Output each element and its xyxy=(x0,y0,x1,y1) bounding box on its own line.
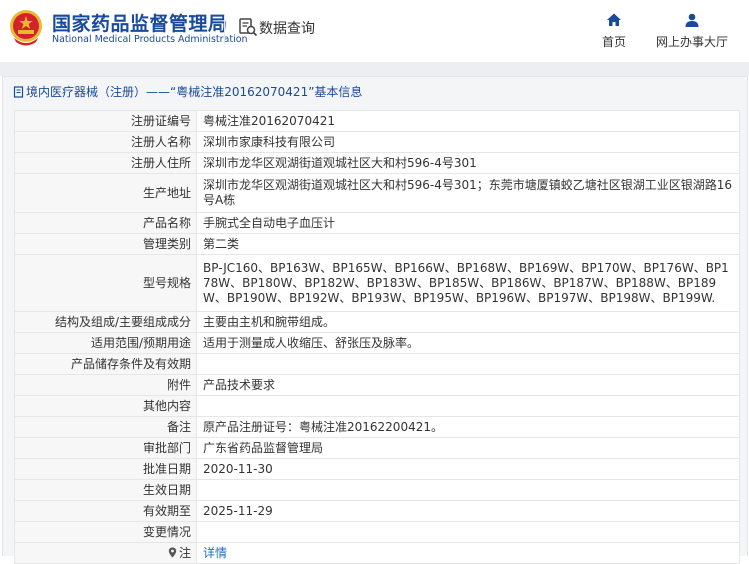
home-icon xyxy=(607,13,621,26)
nav-online-hall-link[interactable]: 网上办事大厅 xyxy=(650,12,734,52)
table-row: 产品名称 手腕式全自动电子血压计 xyxy=(14,212,740,234)
site-header: 国家药品监督管理局 National Medical Products Admi… xyxy=(0,0,749,62)
field-value xyxy=(196,479,740,501)
table-row: 型号规格 BP-JC160、BP163W、BP165W、BP166W、BP168W… xyxy=(14,254,740,312)
table-row: 注 详情 xyxy=(14,542,740,564)
data-query-label: 数据查询 xyxy=(259,21,315,37)
field-label: 产品名称 xyxy=(14,212,197,234)
document-icon xyxy=(13,86,24,98)
field-label: 其他内容 xyxy=(14,395,197,417)
table-row: 附件 产品技术要求 xyxy=(14,374,740,396)
table-row: 备注 原产品注册证号：粤械注准20162200421。 xyxy=(14,416,740,438)
user-icon xyxy=(685,13,699,27)
field-value: 主要由主机和腕带组成。 xyxy=(196,311,740,333)
field-label: 管理类别 xyxy=(14,233,197,255)
table-row: 生效日期 xyxy=(14,479,740,501)
field-value: 2020-11-30 xyxy=(196,458,740,480)
field-value: 深圳市龙华区观湖街道观城社区大和村596-4号301 xyxy=(196,152,740,174)
field-label: 附件 xyxy=(14,374,197,396)
header-divider xyxy=(224,14,225,44)
table-row: 注册人名称 深圳市家康科技有限公司 xyxy=(14,131,740,153)
nav-online-hall-label: 网上办事大厅 xyxy=(655,35,728,49)
table-row: 批准日期 2020-11-30 xyxy=(14,458,740,480)
field-value: 第二类 xyxy=(196,233,740,255)
field-label: 生效日期 xyxy=(14,479,197,501)
note-label-cell: 注 xyxy=(14,542,197,564)
table-row: 适用范围/预期用途 适用于测量成人收缩压、舒张压及脉率。 xyxy=(14,332,740,354)
field-value: 粤械注准20162070421 xyxy=(196,110,740,132)
table-row: 其他内容 xyxy=(14,395,740,417)
table-row: 有效期至 2025-11-29 xyxy=(14,500,740,522)
header-separator xyxy=(0,62,749,76)
field-label: 产品储存条件及有效期 xyxy=(14,353,197,375)
field-label: 有效期至 xyxy=(14,500,197,522)
field-label: 适用范围/预期用途 xyxy=(14,332,197,354)
nav-home-label: 首页 xyxy=(601,35,626,49)
field-label: 结构及组成/主要组成成分 xyxy=(14,311,197,333)
field-value: 手腕式全自动电子血压计 xyxy=(196,212,740,234)
field-value: 适用于测量成人收缩压、舒张压及脉率。 xyxy=(196,332,740,354)
table-row: 产品储存条件及有效期 xyxy=(14,353,740,375)
table-row: 注册人住所 深圳市龙华区观湖街道观城社区大和村596-4号301 xyxy=(14,152,740,174)
field-value xyxy=(196,521,740,543)
field-label: 注册人名称 xyxy=(14,131,197,153)
field-value: 广东省药品监督管理局 xyxy=(196,437,740,459)
field-label: 审批部门 xyxy=(14,437,197,459)
field-value: 2025-11-29 xyxy=(196,500,740,522)
field-label: 型号规格 xyxy=(14,254,197,312)
panel-title: 境内医疗器械（注册）——“粤械注准20162070421”基本信息 xyxy=(13,82,362,102)
panel-title-text: 境内医疗器械（注册）——“粤械注准20162070421”基本信息 xyxy=(26,85,363,99)
field-label: 注册证编号 xyxy=(14,110,197,132)
org-name-cn: 国家药品监督管理局 xyxy=(52,13,228,35)
field-label: 变更情况 xyxy=(14,521,197,543)
field-label: 备注 xyxy=(14,416,197,438)
table-row: 审批部门 广东省药品监督管理局 xyxy=(14,437,740,459)
data-query-icon xyxy=(239,18,258,37)
table-row: 生产地址 深圳市龙华区观湖街道观城社区大和村596-4号301；东莞市塘厦镇蛟乙塘… xyxy=(14,173,740,213)
field-value: 深圳市家康科技有限公司 xyxy=(196,131,740,153)
field-value xyxy=(196,353,740,375)
nav-home-link[interactable]: 首页 xyxy=(596,12,632,52)
field-value: 产品技术要求 xyxy=(196,374,740,396)
table-row: 变更情况 xyxy=(14,521,740,543)
field-value: BP-JC160、BP163W、BP165W、BP166W、BP168W、BP1… xyxy=(196,254,740,312)
note-label: 注 xyxy=(178,545,191,560)
table-row: 注册证编号 粤械注准20162070421 xyxy=(14,110,740,132)
field-value: 深圳市龙华区观湖街道观城社区大和村596-4号301；东莞市塘厦镇蛟乙塘社区银湖… xyxy=(196,173,740,213)
table-row: 管理类别 第二类 xyxy=(14,233,740,255)
national-emblem-icon xyxy=(10,10,42,46)
field-label: 生产地址 xyxy=(14,173,197,213)
field-value: 原产品注册证号：粤械注准20162200421。 xyxy=(196,416,740,438)
field-label: 批准日期 xyxy=(14,458,197,480)
detail-panel: 境内医疗器械（注册）——“粤械注准20162070421”基本信息 注册证编号粤… xyxy=(2,76,748,564)
registration-detail-table: 注册证编号 粤械注准20162070421 注册人名称 深圳市家康科技有限公司 注册… xyxy=(14,110,740,564)
details-link[interactable]: 详情 xyxy=(203,546,227,560)
note-value-cell: 详情 xyxy=(196,542,740,564)
location-pin-icon xyxy=(168,547,177,557)
org-name-en: National Medical Products Administration xyxy=(52,34,248,45)
table-row: 结构及组成/主要组成成分 主要由主机和腕带组成。 xyxy=(14,311,740,333)
field-label: 注册人住所 xyxy=(14,152,197,174)
field-value xyxy=(196,395,740,417)
